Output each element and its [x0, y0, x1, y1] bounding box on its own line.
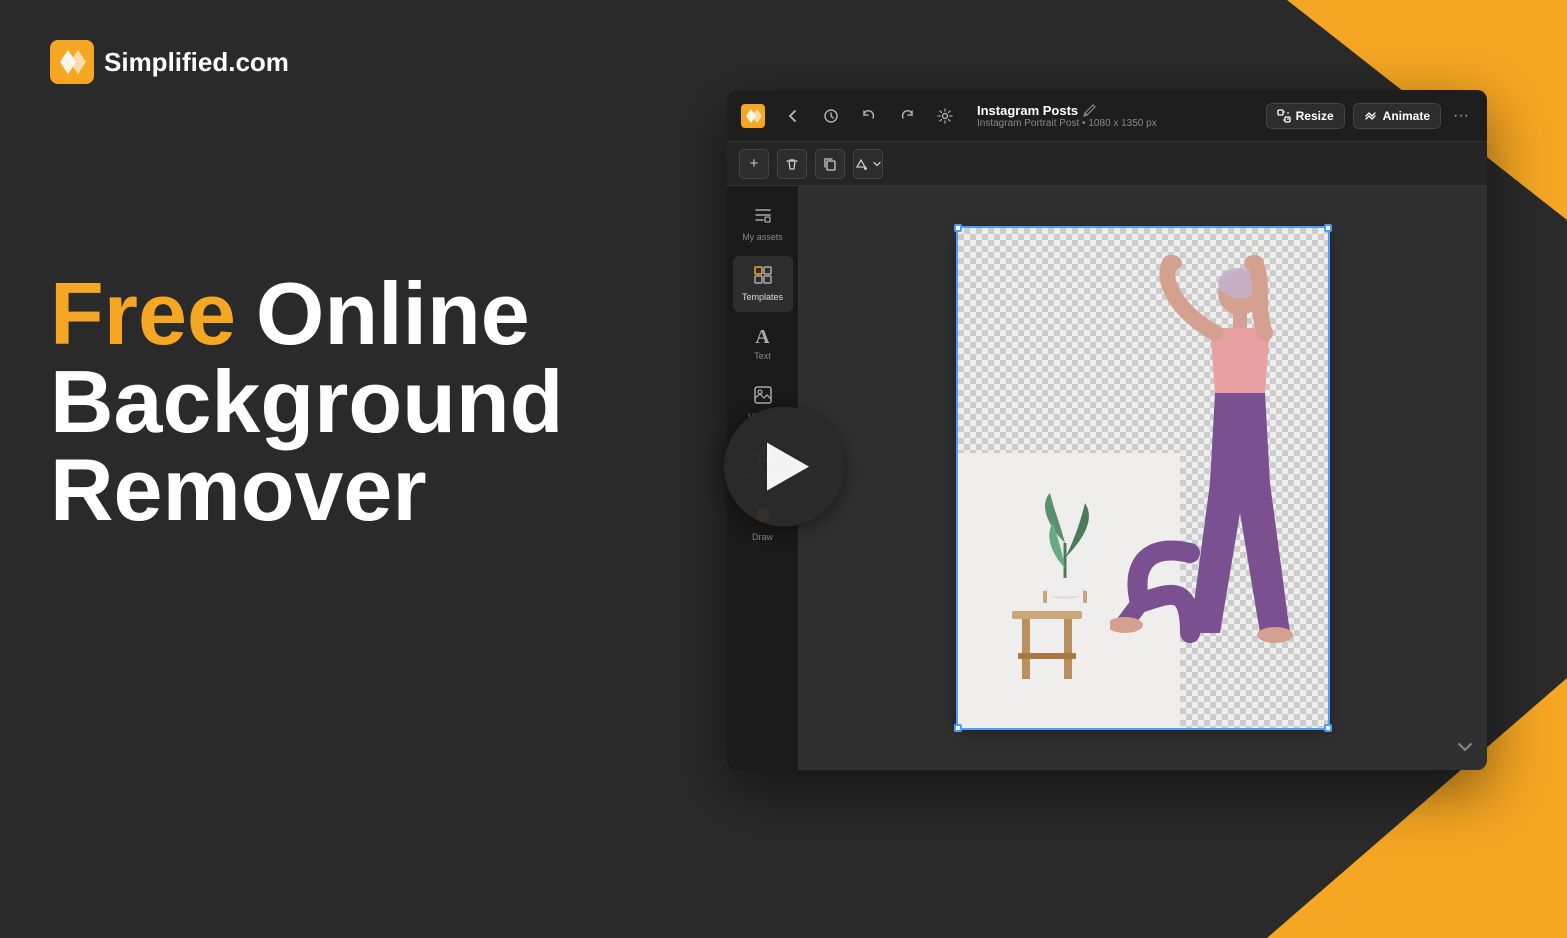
headline-online: Online [256, 270, 530, 358]
yoga-image [958, 228, 1328, 728]
headline-area: Free Online Background Remover [50, 270, 563, 534]
copy-element-button[interactable] [815, 149, 845, 179]
animate-icon [1364, 109, 1378, 123]
settings-button[interactable] [931, 102, 959, 130]
headline-free: Free [50, 270, 236, 358]
resize-button[interactable]: Resize [1266, 103, 1345, 129]
edit-icon [1083, 103, 1097, 117]
fill-button[interactable] [853, 149, 883, 179]
back-button[interactable] [779, 102, 807, 130]
chevron-down-icon [872, 159, 882, 169]
toolbar-right: Resize Animate ··· [1266, 103, 1473, 129]
animate-button[interactable]: Animate [1353, 103, 1441, 129]
stool-svg [1002, 603, 1092, 703]
text-label: Text [754, 352, 771, 362]
logo-area: Simplified.com [50, 40, 289, 84]
play-button[interactable] [724, 407, 844, 527]
app-toolbar: Instagram Posts Instagram Portrait Post … [727, 90, 1487, 142]
toolbar-title-area: Instagram Posts Instagram Portrait Post … [977, 103, 1256, 129]
templates-label: Templates [742, 293, 783, 303]
headline-line2: Background [50, 358, 563, 446]
trash-icon [785, 157, 799, 171]
headline-line3: Remover [50, 446, 563, 534]
draw-label: Draw [752, 533, 773, 543]
chevron-down-icon [1455, 737, 1475, 757]
brand-name: Simplified.com [104, 47, 289, 78]
plant-svg [1025, 463, 1105, 603]
project-subtitle: Instagram Portrait Post • 1080 x 1350 px [977, 118, 1256, 129]
yoga-figure-svg [1110, 253, 1310, 703]
history-button[interactable] [817, 102, 845, 130]
sidebar-item-my-assets[interactable]: My assets [733, 196, 793, 252]
undo-button[interactable] [855, 102, 883, 130]
more-options-button[interactable]: ··· [1449, 103, 1473, 129]
text-icon: A [755, 326, 769, 349]
toolbar-logo-icon [741, 104, 765, 128]
play-button-overlay[interactable] [724, 407, 844, 527]
canvas-inner [958, 228, 1328, 728]
copy-icon [823, 157, 837, 171]
my-assets-label: My assets [742, 233, 783, 243]
fill-icon [854, 157, 868, 171]
canvas-area [799, 186, 1487, 770]
sidebar-item-templates[interactable]: Templates [733, 256, 793, 312]
toolbar-actions: + [727, 142, 1487, 186]
scroll-down-chevron[interactable] [1455, 737, 1475, 762]
templates-icon [753, 265, 773, 290]
redo-button[interactable] [893, 102, 921, 130]
my-assets-icon [753, 205, 773, 230]
add-element-button[interactable]: + [739, 149, 769, 179]
play-icon [767, 443, 809, 491]
logo-icon [50, 40, 94, 84]
sidebar-item-text[interactable]: A Text [733, 316, 793, 372]
headline-line1: Free Online [50, 270, 563, 358]
project-name: Instagram Posts [977, 103, 1256, 118]
resize-icon [1277, 109, 1291, 123]
delete-element-button[interactable] [777, 149, 807, 179]
